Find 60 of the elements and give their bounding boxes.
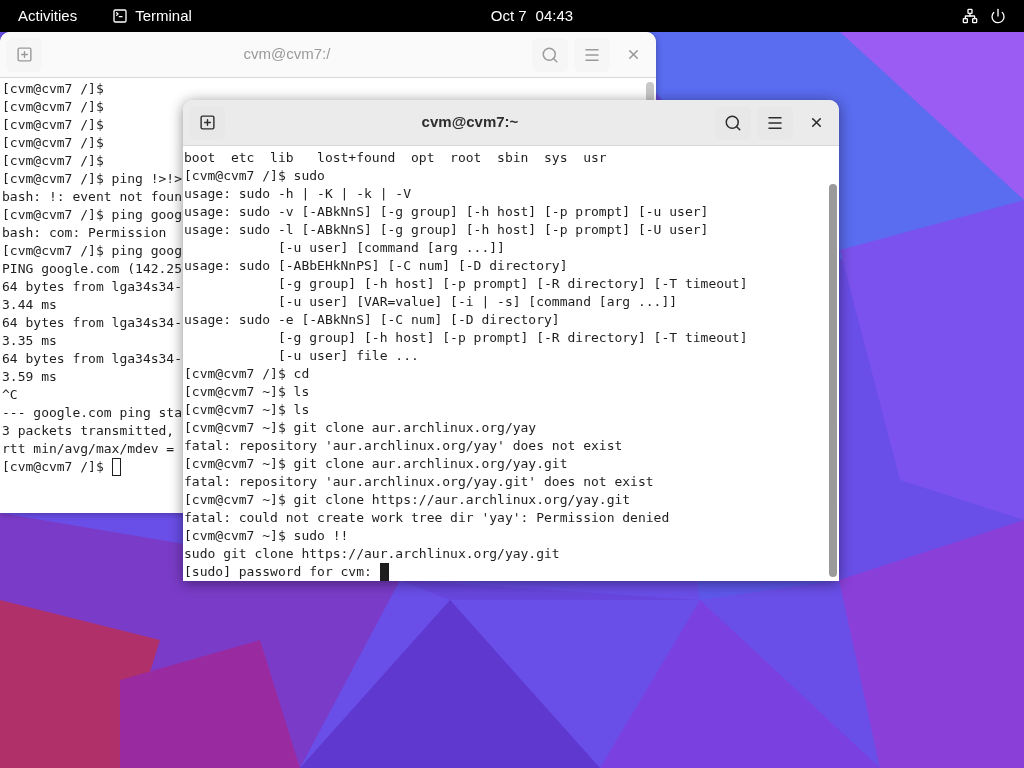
terminal-icon: [112, 8, 129, 24]
terminal-line: [-u user] [command [arg ...]]: [276, 239, 505, 257]
terminal-line: [cvm@cvm7 /]$: [2, 80, 104, 98]
terminal-line: [cvm@cvm7 /]$ sudo: [184, 167, 325, 185]
window-title: cvm@cvm7:/: [242, 44, 332, 65]
terminal-line: sudo git clone https://aur.archlinux.org/yay.git: [184, 545, 560, 563]
search-icon: [724, 113, 742, 132]
terminal-line: 3.35 ms: [2, 332, 57, 350]
terminal-line: [cvm@cvm7 ~]$ git clone aur.archlinux.org/yay.git: [184, 455, 568, 473]
terminal-line: bash: !: event not foun: [2, 188, 182, 206]
terminal-line: 64 bytes from lga34s34-: [2, 350, 182, 368]
terminal-line: [-g group] [-h host] [-p prompt] [-R directory] [-T timeout]: [276, 275, 748, 293]
power-icon[interactable]: [990, 8, 1006, 24]
terminal-line: [cvm@cvm7 /]$: [2, 152, 104, 170]
terminal-line: 64 bytes from lga34s34-: [2, 314, 182, 332]
terminal-line: usage: sudo -l [-ABkNnS] [-g group] [-h host] [-p prompt] [-U user]: [184, 221, 709, 239]
terminal-line: [cvm@cvm7 /]$ ping goog: [2, 242, 182, 260]
terminal-line: [-g group] [-h host] [-p prompt] [-R directory] [-T timeout]: [276, 329, 748, 347]
terminal-line: usage: sudo [-ABbEHkNnPS] [-C num] [-D directory]: [184, 257, 568, 275]
clock-time[interactable]: 04:43: [535, 4, 574, 28]
terminal-line: 3.44 ms: [2, 296, 57, 314]
terminal-line: --- google.com ping sta: [2, 404, 182, 422]
activities-button[interactable]: Activities: [18, 4, 78, 28]
terminal-line: fatal: could not create work tree dir 'yay': Permission denied: [184, 509, 670, 527]
terminal-line: [cvm@cvm7 /]$: [2, 458, 105, 476]
terminal-line: [cvm@cvm7 /]$: [2, 98, 104, 116]
terminal-line: [cvm@cvm7 /]$ cd: [184, 365, 310, 383]
terminal-line: [cvm@cvm7 ~]$ sudo !!: [184, 527, 349, 545]
scrollbar-thumb[interactable]: [829, 184, 837, 577]
terminal-line: [-u user] [VAR=value] [-i | -s] [command [arg ...]]: [276, 293, 678, 311]
terminal-line: [cvm@cvm7 /]$ ping !>!>: [2, 170, 182, 188]
terminal-line: [cvm@cvm7 /]$: [2, 134, 104, 152]
terminal-line: rtt min/avg/max/mdev =: [2, 440, 175, 458]
terminal-line: 3 packets transmitted,: [2, 422, 175, 440]
terminal-line: 3.59 ms: [2, 368, 57, 386]
plus-icon: [15, 46, 33, 63]
network-icon[interactable]: [962, 8, 978, 24]
terminal-line: ^C: [2, 386, 18, 404]
terminal-line: [cvm@cvm7 ~]$ git clone aur.archlinux.org/yay: [184, 419, 537, 437]
terminal-line: [cvm@cvm7 /]$: [2, 116, 104, 134]
terminal-line: [sudo] password for cvm:: [184, 563, 373, 581]
terminal-line: [-u user] file ...: [276, 347, 419, 365]
terminal-line: [cvm@cvm7 ~]$ ls: [184, 383, 310, 401]
search-icon: [541, 45, 559, 64]
terminal-line: usage: sudo -e [-ABkNnS] [-C num] [-D directory]: [184, 311, 560, 329]
app-menu[interactable]: Terminal: [135, 4, 192, 28]
terminal-line: PING google.com (142.25: [2, 260, 182, 278]
terminal-line: bash: com: Permission: [2, 224, 167, 242]
window-title: cvm@cvm7:~: [420, 112, 520, 133]
terminal-line: 64 bytes from lga34s34-: [2, 278, 182, 296]
terminal-line: [cvm@cvm7 /]$ ping goog: [2, 206, 182, 224]
terminal-line: usage: sudo -v [-ABkNnS] [-g group] [-h host] [-p prompt] [-u user]: [184, 203, 709, 221]
terminal-line: [cvm@cvm7 ~]$ git clone https://aur.archlinux.org/yay.git: [184, 491, 631, 509]
terminal-line: fatal: repository 'aur.archlinux.org/yay.git' does not exist: [184, 473, 654, 491]
terminal-line: [cvm@cvm7 ~]$ ls: [184, 401, 310, 419]
terminal-line: usage: sudo -h | -K | -k | -V: [184, 185, 411, 203]
clock-date[interactable]: Oct 7: [490, 4, 527, 28]
plus-icon: [198, 114, 216, 131]
terminal-line: boot etc lib lost+found opt root sbin sys usr: [184, 149, 607, 167]
terminal-line: fatal: repository 'aur.archlinux.org/yay' does not exist: [184, 437, 623, 455]
